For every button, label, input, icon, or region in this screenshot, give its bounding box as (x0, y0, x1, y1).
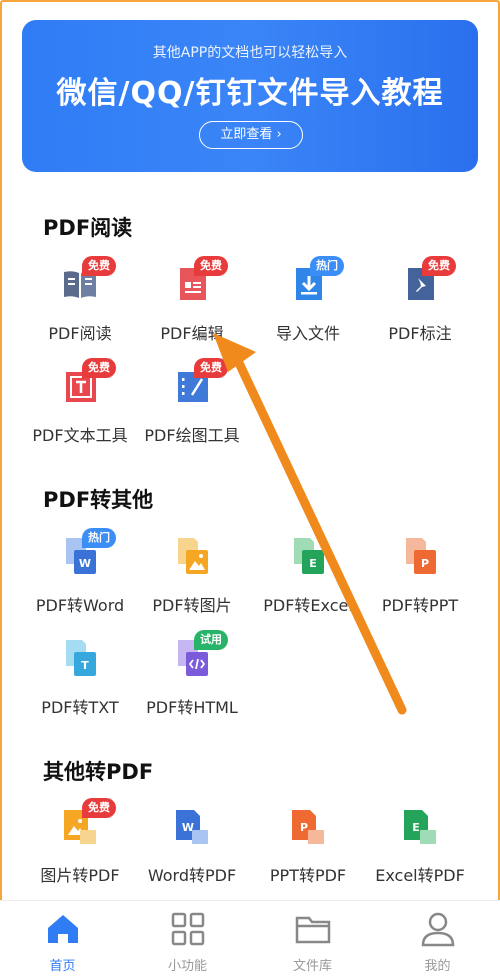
tool-label: PDF转Excel (263, 596, 353, 615)
tool-label: PDF转图片 (152, 596, 232, 615)
draw-tool-icon: 免费 (170, 358, 228, 408)
tool-word-to-pdf[interactable]: W Word转PDF (130, 804, 254, 886)
nav-files[interactable]: 文件库 (250, 909, 375, 974)
tool-pdf-read[interactable]: 免费 PDF阅读 (18, 256, 142, 344)
promo-banner[interactable]: 其他APP的文档也可以轻松导入 微信/QQ/钉钉文件导入教程 立即查看 › (22, 20, 478, 172)
nav-tools[interactable]: 小功能 (125, 909, 250, 974)
home-icon (43, 909, 83, 949)
badge-hot: 热门 (82, 528, 116, 548)
nav-label: 首页 (49, 959, 76, 974)
image-icon (170, 534, 214, 578)
tool-image-to-pdf[interactable]: 免费 图片转PDF (18, 798, 142, 886)
tool-excel-to-pdf[interactable]: E Excel转PDF (358, 804, 482, 886)
nav-label: 小功能 (167, 959, 207, 974)
tool-pdf-to-ppt[interactable]: P PDF转PPT (358, 534, 482, 616)
tool-pdf-to-txt[interactable]: T PDF转TXT (18, 636, 142, 718)
tool-label: 图片转PDF (40, 866, 120, 885)
nav-label: 我的 (424, 959, 451, 974)
text-tool-icon: 免费 (58, 358, 116, 408)
txt-icon: T (58, 636, 102, 680)
book-icon: 免费 (58, 256, 116, 306)
badge-free: 免费 (82, 798, 116, 818)
tool-pdf-to-image[interactable]: PDF转图片 (130, 534, 254, 616)
pin-icon: 免费 (398, 256, 456, 306)
excel-icon: E (286, 534, 330, 578)
tool-label: 导入文件 (275, 324, 340, 343)
nav-profile[interactable]: 我的 (375, 909, 500, 974)
image-icon: 免费 (58, 798, 116, 848)
svg-text:P: P (421, 557, 429, 570)
edit-doc-icon: 免费 (170, 256, 228, 306)
tool-label: PDF转HTML (146, 698, 238, 717)
html-icon: 试用 (170, 630, 228, 680)
nav-home[interactable]: 首页 (0, 909, 125, 974)
tool-label: Excel转PDF (375, 866, 465, 885)
tool-label: PDF编辑 (160, 324, 224, 343)
ppt-icon: P (286, 804, 330, 848)
tool-label: PDF阅读 (48, 324, 112, 343)
tool-pdf-annotate[interactable]: 免费 PDF标注 (358, 256, 482, 344)
badge-free: 免费 (194, 358, 228, 378)
section-title-pdf-read: PDF阅读 (43, 216, 133, 240)
badge-free: 免费 (82, 256, 116, 276)
user-icon (418, 909, 458, 949)
tool-label: PDF文本工具 (32, 426, 128, 445)
bottom-nav: 首页 小功能 文件库 我的 (0, 900, 500, 979)
tool-pdf-draw[interactable]: 免费 PDF绘图工具 (130, 358, 254, 446)
excel-icon: E (398, 804, 442, 848)
badge-free: 免费 (82, 358, 116, 378)
tool-pdf-to-word[interactable]: W 热门 PDF转Word (18, 528, 142, 616)
section-title-other-to-pdf: 其他转PDF (43, 760, 154, 784)
svg-text:E: E (309, 557, 317, 570)
tool-label: PDF绘图工具 (144, 426, 240, 445)
svg-text:P: P (300, 821, 308, 834)
tool-ppt-to-pdf[interactable]: P PPT转PDF (246, 804, 370, 886)
tool-label: PPT转PDF (269, 866, 347, 885)
svg-text:E: E (412, 821, 420, 834)
section-title-pdf-to-other: PDF转其他 (43, 488, 154, 512)
badge-free: 免费 (422, 256, 456, 276)
folder-icon (293, 909, 333, 949)
tool-import-file[interactable]: 热门 导入文件 (246, 256, 370, 344)
tool-label: PDF转Word (35, 596, 125, 615)
svg-text:W: W (79, 557, 91, 570)
grid-icon (168, 909, 208, 949)
tool-pdf-to-html[interactable]: 试用 PDF转HTML (130, 630, 254, 718)
banner-subtitle: 其他APP的文档也可以轻松导入 (152, 45, 348, 61)
banner-view-button[interactable]: 立即查看 › (199, 121, 303, 149)
badge-trial: 试用 (194, 630, 228, 650)
svg-text:T: T (81, 659, 89, 672)
badge-hot: 热门 (310, 256, 344, 276)
tool-pdf-edit[interactable]: 免费 PDF编辑 (130, 256, 254, 344)
word-icon: W 热门 (58, 528, 116, 578)
tool-pdf-to-excel[interactable]: E PDF转Excel (246, 534, 370, 616)
ppt-icon: P (398, 534, 442, 578)
tool-label: PDF转PPT (381, 596, 459, 615)
word-icon: W (170, 804, 214, 848)
tool-pdf-text[interactable]: 免费 PDF文本工具 (18, 358, 142, 446)
badge-free: 免费 (194, 256, 228, 276)
import-icon: 热门 (286, 256, 344, 306)
banner-title: 微信/QQ/钉钉文件导入教程 (56, 76, 444, 111)
tool-label: PDF标注 (388, 324, 452, 343)
tool-label: Word转PDF (147, 866, 237, 885)
nav-label: 文件库 (292, 959, 332, 974)
tool-label: PDF转TXT (41, 698, 119, 717)
